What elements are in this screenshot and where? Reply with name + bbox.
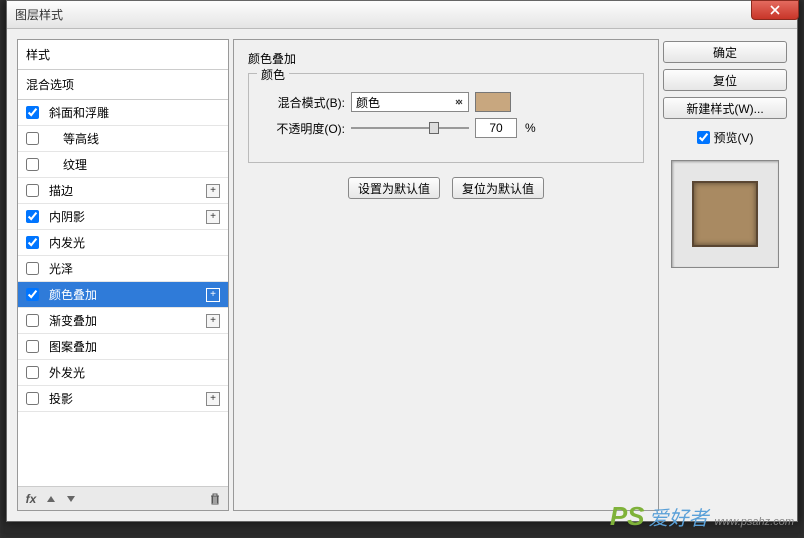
ok-button[interactable]: 确定 [663, 41, 787, 63]
preview-checkbox-row[interactable]: 预览(V) [663, 129, 787, 146]
preview-checkbox[interactable] [697, 131, 710, 144]
style-item-label: 等高线 [45, 130, 220, 147]
style-checkbox[interactable] [26, 184, 39, 197]
style-item-label: 纹理 [45, 156, 220, 173]
style-item-label: 投影 [45, 390, 206, 407]
style-checkbox[interactable] [26, 210, 39, 223]
style-item-label: 颜色叠加 [45, 286, 206, 303]
styles-footer: fx [18, 486, 228, 510]
styles-header[interactable]: 样式 [18, 40, 228, 70]
style-item-label: 斜面和浮雕 [45, 104, 220, 121]
set-default-button[interactable]: 设置为默认值 [348, 177, 440, 199]
fieldset-legend: 颜色 [257, 66, 289, 83]
style-item-label: 内阴影 [45, 208, 206, 225]
action-panel: 确定 复位 新建样式(W)... 预览(V) [663, 39, 787, 511]
style-checkbox[interactable] [26, 340, 39, 353]
dialog-title: 图层样式 [15, 6, 63, 23]
close-icon [770, 5, 780, 15]
reset-button[interactable]: 复位 [663, 69, 787, 91]
preview-box [671, 160, 779, 268]
plus-icon[interactable]: + [206, 288, 220, 302]
opacity-label: 不透明度(O): [263, 120, 345, 137]
style-item[interactable]: 投影+ [18, 386, 228, 412]
style-item[interactable]: 描边+ [18, 178, 228, 204]
plus-icon[interactable]: + [206, 210, 220, 224]
plus-icon[interactable]: + [206, 314, 220, 328]
style-item-label: 外发光 [45, 364, 220, 381]
style-checkbox[interactable] [26, 158, 39, 171]
style-list: 斜面和浮雕等高线纹理描边+内阴影+内发光光泽颜色叠加+渐变叠加+图案叠加外发光投… [18, 100, 228, 486]
style-checkbox[interactable] [26, 132, 39, 145]
close-button[interactable] [751, 0, 799, 20]
style-item[interactable]: 颜色叠加+ [18, 282, 228, 308]
reset-default-button[interactable]: 复位为默认值 [452, 177, 544, 199]
style-checkbox[interactable] [26, 392, 39, 405]
plus-icon[interactable]: + [206, 392, 220, 406]
styles-panel: 样式 混合选项 斜面和浮雕等高线纹理描边+内阴影+内发光光泽颜色叠加+渐变叠加+… [17, 39, 229, 511]
fx-icon[interactable]: fx [24, 492, 38, 506]
style-checkbox[interactable] [26, 262, 39, 275]
preview-label: 预览(V) [714, 129, 754, 146]
style-item[interactable]: 等高线 [18, 126, 228, 152]
style-checkbox[interactable] [26, 314, 39, 327]
blend-mode-select[interactable]: 颜色 [351, 92, 469, 112]
style-checkbox[interactable] [26, 106, 39, 119]
style-item-label: 内发光 [45, 234, 220, 251]
new-style-button[interactable]: 新建样式(W)... [663, 97, 787, 119]
arrow-down-icon[interactable] [64, 492, 78, 506]
style-item[interactable]: 图案叠加 [18, 334, 228, 360]
plus-icon[interactable]: + [206, 184, 220, 198]
opacity-slider[interactable] [351, 119, 469, 137]
blend-options-header[interactable]: 混合选项 [18, 70, 228, 100]
style-checkbox[interactable] [26, 366, 39, 379]
style-item-label: 光泽 [45, 260, 220, 277]
blend-mode-label: 混合模式(B): [263, 94, 345, 111]
style-checkbox[interactable] [26, 236, 39, 249]
opacity-input[interactable] [475, 118, 517, 138]
titlebar[interactable]: 图层样式 [7, 1, 797, 29]
style-item[interactable]: 外发光 [18, 360, 228, 386]
trash-icon[interactable] [208, 492, 222, 506]
layer-style-dialog: 图层样式 样式 混合选项 斜面和浮雕等高线纹理描边+内阴影+内发光光泽颜色叠加+… [6, 0, 798, 522]
style-item-label: 描边 [45, 182, 206, 199]
settings-panel: 颜色叠加 颜色 混合模式(B): 颜色 不透明度(O): [233, 39, 659, 511]
chevron-down-icon [453, 96, 465, 108]
style-item[interactable]: 纹理 [18, 152, 228, 178]
preview-swatch [692, 181, 758, 247]
slider-thumb[interactable] [429, 122, 439, 134]
style-item[interactable]: 渐变叠加+ [18, 308, 228, 334]
arrow-up-icon[interactable] [44, 492, 58, 506]
style-item[interactable]: 内发光 [18, 230, 228, 256]
blend-mode-value: 颜色 [356, 94, 380, 111]
watermark: PS 爱好者 www.psahz.com [610, 501, 794, 532]
color-swatch[interactable] [475, 92, 511, 112]
group-title: 颜色叠加 [248, 50, 644, 67]
style-item-label: 渐变叠加 [45, 312, 206, 329]
style-item[interactable]: 光泽 [18, 256, 228, 282]
percent-label: % [525, 121, 536, 135]
style-item[interactable]: 斜面和浮雕 [18, 100, 228, 126]
color-fieldset: 颜色 混合模式(B): 颜色 不透明度(O): % [248, 73, 644, 163]
style-checkbox[interactable] [26, 288, 39, 301]
style-item[interactable]: 内阴影+ [18, 204, 228, 230]
style-item-label: 图案叠加 [45, 338, 220, 355]
